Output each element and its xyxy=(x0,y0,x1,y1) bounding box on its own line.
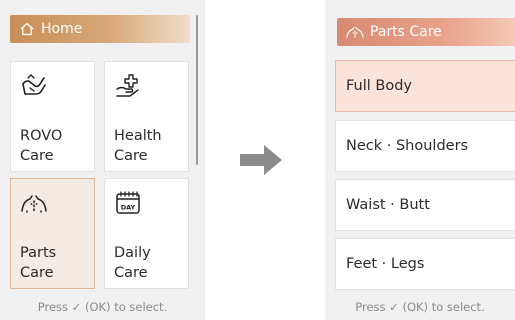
parts-care-header-title: Parts Care xyxy=(370,24,442,40)
list-item-label: Full Body xyxy=(346,78,413,94)
tile-daily-care[interactable]: DAY Daily Care xyxy=(104,178,189,289)
health-hand-icon xyxy=(116,74,139,97)
tile-label: Health Care xyxy=(114,128,162,164)
list-item-label: Neck · Shoulders xyxy=(346,138,469,154)
body-parts-icon xyxy=(21,195,47,213)
footer-hint: Press ✓ (OK) to select. xyxy=(355,300,485,314)
tile-parts-care[interactable]: Parts Care xyxy=(10,178,95,289)
list-item-label: Waist · Butt xyxy=(346,197,430,213)
home-screen: Home ROVO Care Health Care Parts Care DA… xyxy=(0,0,205,320)
right-arrow-icon xyxy=(240,145,282,175)
calendar-day-text: DAY xyxy=(121,204,136,212)
tile-label: Daily Care xyxy=(114,245,151,281)
list-item-waist-butt[interactable]: Waist · Butt xyxy=(335,179,515,231)
tile-label: Parts Care xyxy=(20,245,57,281)
tile-label: ROVO Care xyxy=(20,128,63,164)
parts-care-screen: Parts Care Full Body Neck · Shoulders Wa… xyxy=(325,0,515,320)
calendar-day-icon: DAY xyxy=(116,191,140,214)
list-item-label: Feet · Legs xyxy=(346,256,425,272)
tile-health-care[interactable]: Health Care xyxy=(104,61,189,172)
scrollbar[interactable] xyxy=(196,15,198,165)
parts-care-header: Parts Care xyxy=(337,18,515,46)
tile-rovo-care[interactable]: ROVO Care xyxy=(10,61,95,172)
list-item-feet-legs[interactable]: Feet · Legs xyxy=(335,238,515,290)
list-item-full-body[interactable]: Full Body xyxy=(335,60,515,112)
rovo-hand-icon xyxy=(22,74,46,95)
body-parts-icon xyxy=(346,26,364,38)
home-icon xyxy=(20,22,34,36)
home-header-title: Home xyxy=(41,21,83,37)
list-item-neck-shoulders[interactable]: Neck · Shoulders xyxy=(335,120,515,172)
home-header: Home xyxy=(10,15,190,43)
footer-hint: Press ✓ (OK) to select. xyxy=(37,300,168,314)
